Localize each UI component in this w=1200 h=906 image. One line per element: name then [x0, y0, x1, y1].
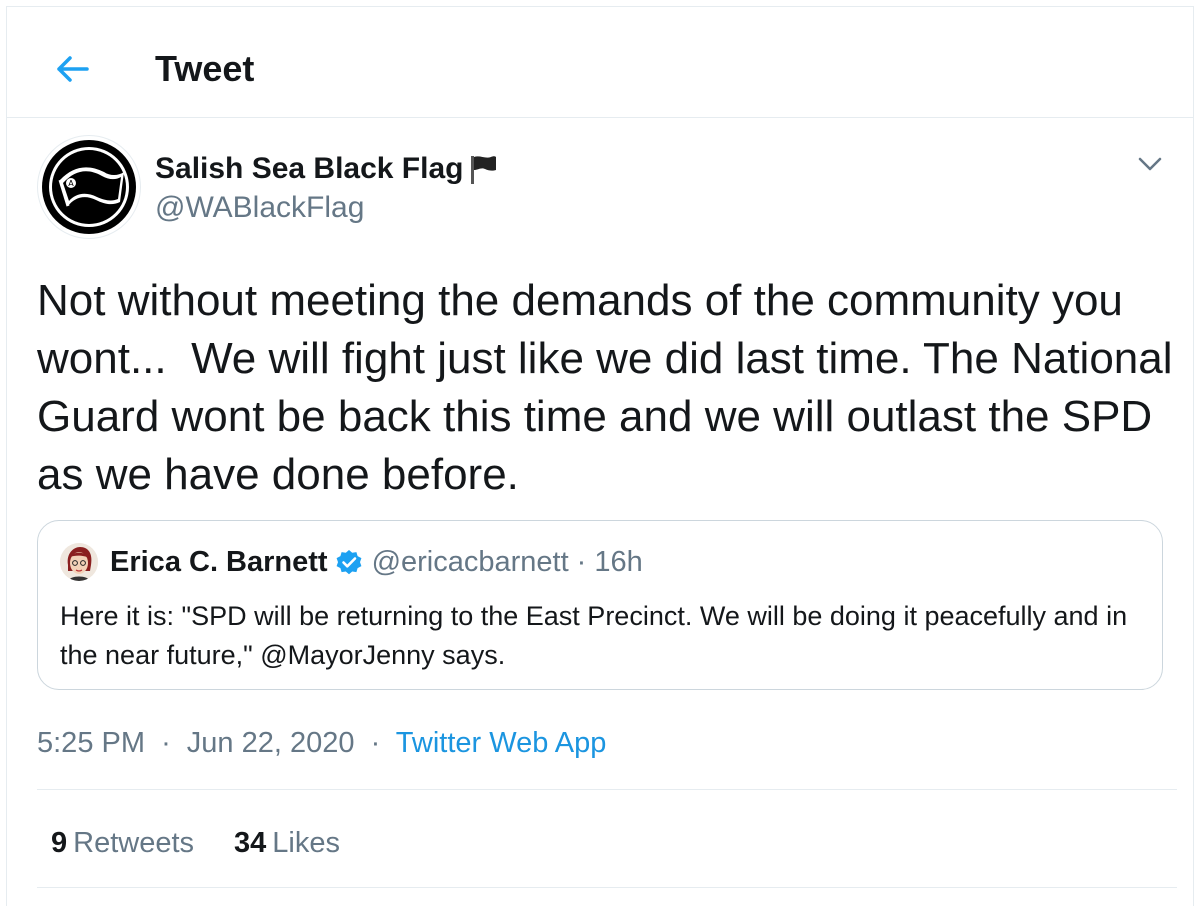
page-header: Tweet — [7, 7, 1193, 118]
tweet-time[interactable]: 5:25 PM — [37, 727, 145, 759]
tweet-metadata: 5:25 PM · Jun 22, 2020 · Twitter Web App — [37, 723, 606, 763]
retweets-count: 9 — [51, 827, 68, 859]
back-button[interactable] — [51, 47, 95, 91]
anarchist-black-flag-logo: A — [42, 140, 136, 234]
likes-count: 34 — [234, 827, 267, 859]
quoted-tweet-header: Erica C. Barnett @ericacbarnett · 16h — [110, 543, 643, 581]
back-arrow-icon — [57, 56, 89, 82]
tweet-menu-button[interactable] — [1135, 149, 1165, 179]
quoted-tweet[interactable]: Erica C. Barnett @ericacbarnett · 16h He… — [37, 520, 1163, 690]
quoted-author-handle: @ericacbarnett — [371, 546, 569, 578]
author-avatar[interactable]: A — [37, 135, 141, 239]
retweets-stat[interactable]: 9 Retweets — [51, 823, 194, 863]
verified-badge-icon — [334, 547, 364, 577]
quoted-timestamp: 16h — [594, 546, 643, 578]
meta-separator: · — [370, 727, 381, 759]
tweet-stats: 9 Retweets 34 Likes — [51, 823, 380, 863]
author-handle[interactable]: @WABlackFlag — [155, 190, 364, 226]
divider — [37, 887, 1177, 888]
chevron-down-icon — [1138, 157, 1162, 171]
quoted-tweet-text: Here it is: "SPD will be returning to th… — [60, 601, 1128, 670]
quoted-author-name: Erica C. Barnett — [110, 546, 328, 578]
page-title: Tweet — [155, 48, 255, 89]
likes-stat[interactable]: 34 Likes — [234, 823, 340, 863]
tweet-page: Tweet A Salish Sea Black Flag @WABlackFl… — [6, 6, 1194, 906]
author-display-name[interactable]: Salish Sea Black Flag — [155, 151, 499, 187]
black-flag-icon — [467, 152, 499, 186]
tweet-source-link[interactable]: Twitter Web App — [396, 727, 607, 759]
likes-label: Likes — [272, 827, 340, 859]
quoted-author-avatar — [60, 543, 98, 581]
retweets-label: Retweets — [73, 827, 195, 859]
meta-separator: · — [161, 727, 171, 759]
tweet-date[interactable]: Jun 22, 2020 — [187, 727, 355, 759]
svg-text:A: A — [68, 179, 74, 188]
divider — [37, 789, 1177, 790]
author-name-text: Salish Sea Black Flag — [155, 152, 464, 185]
quoted-separator: · — [576, 546, 587, 578]
cartoon-portrait-avatar — [60, 543, 98, 581]
tweet-text: Not without meeting the demands of the c… — [37, 276, 1185, 499]
